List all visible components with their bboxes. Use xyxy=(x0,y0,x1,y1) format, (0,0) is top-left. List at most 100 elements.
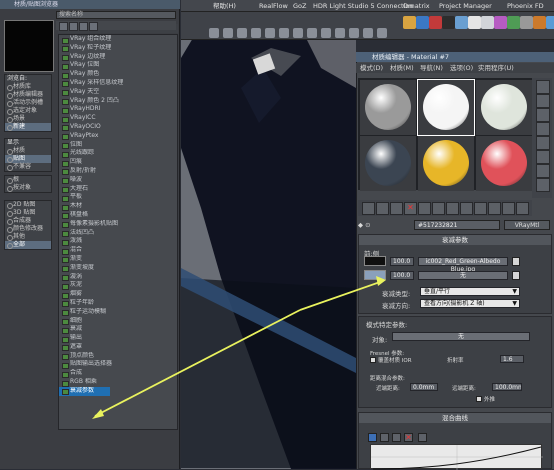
toolbar-icon[interactable] xyxy=(293,28,303,38)
rollout-header[interactable]: 衰减参数 xyxy=(359,235,551,245)
options-icon[interactable] xyxy=(536,164,550,178)
ior-field[interactable]: 1.6 xyxy=(500,355,524,363)
map-item[interactable]: VRayPtex xyxy=(59,132,177,141)
map-item[interactable]: VRay 颜色 2 凹凸 xyxy=(59,97,177,106)
group-option[interactable]: 材质 xyxy=(5,147,51,155)
map-item[interactable]: RGB 相乘 xyxy=(59,378,177,387)
group-option[interactable]: 材质编辑器 xyxy=(5,91,51,99)
map-item[interactable]: 灰泥 xyxy=(59,281,177,290)
map-item[interactable]: 反射/折射 xyxy=(59,167,177,176)
map-item[interactable]: 渐变 xyxy=(59,255,177,264)
toolbar-icon[interactable] xyxy=(209,28,219,38)
viewport[interactable] xyxy=(181,28,356,469)
map-item[interactable]: 细胞 xyxy=(59,317,177,326)
group-title[interactable]: 浏览自: xyxy=(5,75,51,83)
far-distance-field[interactable]: 100.0mm xyxy=(492,383,522,391)
menu-item[interactable]: GoZ xyxy=(293,0,306,12)
grid-icon[interactable] xyxy=(520,16,533,29)
view-icon[interactable] xyxy=(59,22,68,31)
menu-item[interactable]: RealFlow xyxy=(259,0,288,12)
material-slot[interactable] xyxy=(476,80,532,135)
toolbar-icon[interactable] xyxy=(307,28,317,38)
put-library-icon[interactable] xyxy=(446,202,459,215)
map-item[interactable]: 合成 xyxy=(59,369,177,378)
select-by-material-icon[interactable] xyxy=(536,178,550,192)
list-icon[interactable] xyxy=(79,22,88,31)
material-type-button[interactable]: VRayMtl xyxy=(504,220,550,230)
map-item[interactable]: 泼溅 xyxy=(59,237,177,246)
get-material-icon[interactable] xyxy=(362,202,375,215)
map-item[interactable]: 粒子年龄 xyxy=(59,299,177,308)
material-name-field[interactable]: #517232821 xyxy=(414,220,500,230)
radio-icon[interactable] xyxy=(7,125,13,131)
radio-icon[interactable] xyxy=(7,186,13,192)
group-option[interactable]: 材质库 xyxy=(5,83,51,91)
side-map-checkbox[interactable] xyxy=(512,271,520,280)
teapot-icon[interactable] xyxy=(416,16,429,29)
rb-icon[interactable] xyxy=(429,16,442,29)
editor-menu-item[interactable]: 实用程序(U) xyxy=(478,63,514,73)
map-item[interactable]: 每像素摄影机贴图 xyxy=(59,220,177,229)
vray-icon[interactable] xyxy=(442,16,455,29)
scale-point-icon[interactable] xyxy=(380,433,389,442)
video-check-icon[interactable] xyxy=(536,136,550,150)
material-slot[interactable] xyxy=(476,136,532,191)
toolbar-icon[interactable] xyxy=(279,28,289,38)
group-option[interactable]: 新建 xyxy=(5,123,51,131)
toolbar-icon[interactable] xyxy=(363,28,373,38)
group-option[interactable]: 合成器 xyxy=(5,217,51,225)
side-color-swatch[interactable] xyxy=(364,270,386,280)
map-item[interactable]: VRay 位图 xyxy=(59,61,177,70)
options-icon[interactable] xyxy=(69,22,78,31)
radio-icon[interactable] xyxy=(7,243,13,249)
group-option[interactable]: 2D 贴图 xyxy=(5,201,51,209)
falloff-direction-dropdown[interactable]: 查看方向(摄影机 Z 轴) ▼ xyxy=(420,299,520,308)
map-item[interactable]: 平板 xyxy=(59,193,177,202)
group-option[interactable]: 场景 xyxy=(5,115,51,123)
render-setup-icon[interactable] xyxy=(403,16,416,29)
map-item[interactable]: VRay 粒子纹理 xyxy=(59,44,177,53)
unique-icon[interactable] xyxy=(432,202,445,215)
map-item[interactable]: 法线凹凸 xyxy=(59,229,177,238)
fx-icon[interactable] xyxy=(494,16,507,29)
reset-curve-icon[interactable] xyxy=(418,433,427,442)
map-item[interactable]: 噪波 xyxy=(59,176,177,185)
falloff-type-dropdown[interactable]: 垂直/平行 ▼ xyxy=(420,287,520,296)
map-item[interactable]: 大理石 xyxy=(59,185,177,194)
sphere-icon[interactable] xyxy=(468,16,481,29)
front-amount-field[interactable]: 100.0 xyxy=(390,257,414,266)
group-option[interactable]: 根 xyxy=(5,176,51,184)
go-sibling-icon[interactable] xyxy=(516,202,529,215)
map-item[interactable]: VRay 采样信息纹理 xyxy=(59,79,177,88)
object-picker-button[interactable]: 无 xyxy=(392,332,530,341)
add-point-icon[interactable] xyxy=(392,433,401,442)
assign-icon[interactable] xyxy=(390,202,403,215)
move-point-icon[interactable] xyxy=(368,433,377,442)
toolbar-icon[interactable] xyxy=(321,28,331,38)
go-parent-icon[interactable] xyxy=(502,202,515,215)
front-map-button[interactable]: ic002_Red_Green-Albedo Blue.jpg xyxy=(418,257,508,273)
mix-curve-graph[interactable] xyxy=(370,444,543,470)
camera-icon[interactable] xyxy=(533,16,546,29)
menu-item[interactable]: Project Manager xyxy=(439,0,492,12)
material-slot[interactable] xyxy=(360,80,416,135)
map-item[interactable]: VRay 组合纹理 xyxy=(59,35,177,44)
material-icon[interactable] xyxy=(455,16,468,29)
editor-menu-item[interactable]: 导航(N) xyxy=(420,63,443,73)
put-to-scene-icon[interactable] xyxy=(376,202,389,215)
background-icon[interactable] xyxy=(536,108,550,122)
material-slot[interactable] xyxy=(418,136,474,191)
map-item[interactable]: 遮罩 xyxy=(59,343,177,352)
group-option[interactable]: 不兼容 xyxy=(5,163,51,171)
menu-item[interactable]: 帮助(H) xyxy=(213,0,236,12)
map-item[interactable]: VRay 天空 xyxy=(59,88,177,97)
map-item[interactable]: VRay 边纹理 xyxy=(59,53,177,62)
material-name-picker[interactable]: ◆ ⊙ xyxy=(358,219,371,231)
toolbar-icon[interactable] xyxy=(237,28,247,38)
menu-item[interactable]: HDR Light Studio 5 Connection xyxy=(313,0,414,12)
near-distance-field[interactable]: 0.0mm xyxy=(410,383,438,391)
toolbar-icon[interactable] xyxy=(265,28,275,38)
menu-item[interactable]: Ornatrix xyxy=(403,0,430,12)
editor-menu-item[interactable]: 选项(O) xyxy=(450,63,473,73)
toolbar-icon[interactable] xyxy=(377,28,387,38)
